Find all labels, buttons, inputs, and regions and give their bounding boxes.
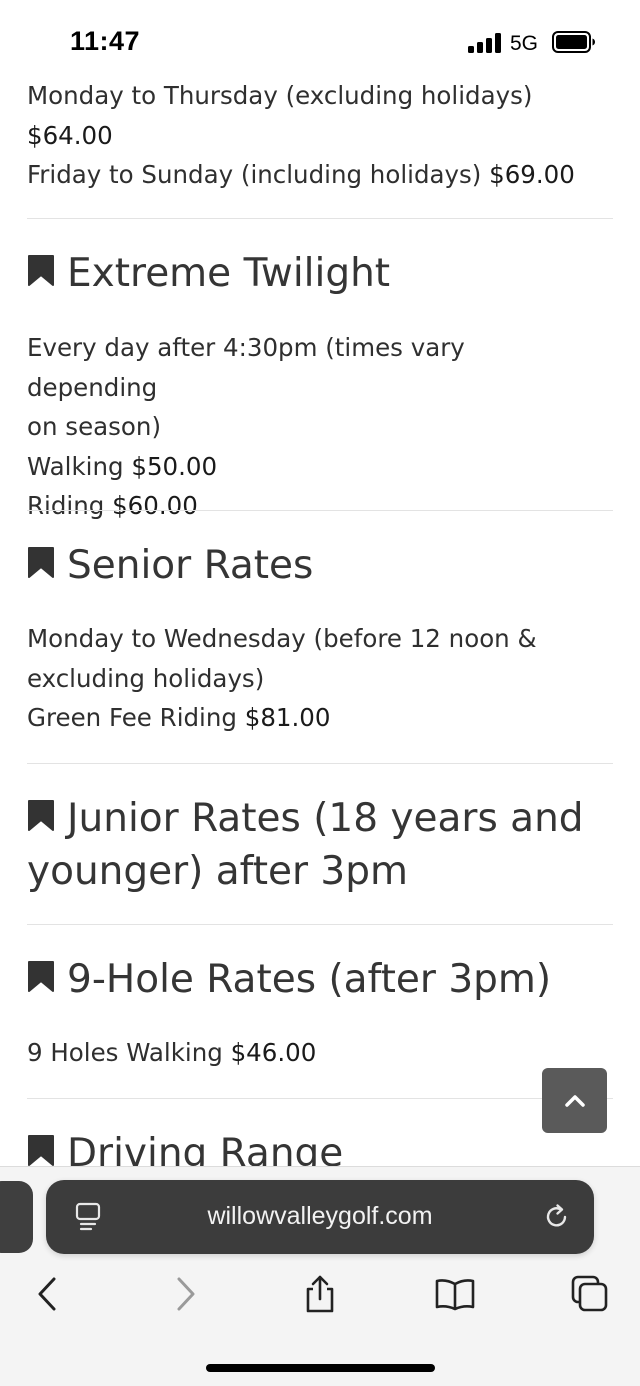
rate-line: Riding $60.00 — [27, 491, 198, 520]
network-label: 5G — [510, 32, 539, 55]
rate-price: $46.00 — [230, 1038, 317, 1067]
bookmark-icon — [28, 1135, 54, 1166]
divider — [27, 510, 613, 511]
section-desc: Every day after 4:30pm (times vary depen… — [27, 333, 465, 402]
section-title-9-hole-rates: 9-Hole Rates (after 3pm) — [27, 953, 617, 1006]
section-desc: Monday to Wednesday (before 12 noon & — [27, 624, 537, 653]
rate-price: $69.00 — [489, 160, 575, 189]
reload-icon[interactable] — [543, 1203, 571, 1231]
back-button[interactable] — [22, 1271, 72, 1317]
divider — [27, 1098, 613, 1099]
bookmark-icon — [28, 800, 54, 831]
url-text[interactable]: willowvalleygolf.com — [46, 1202, 594, 1231]
chevron-up-icon — [564, 1094, 585, 1107]
rate-block-weekday: Monday to Thursday (excluding holidays) … — [27, 76, 602, 195]
rate-price: $64.00 — [27, 120, 113, 150]
browser-toolbar: willowvalleygolf.com — [0, 1166, 640, 1386]
home-indicator — [206, 1364, 435, 1372]
rate-price: $60.00 — [112, 491, 198, 520]
bookmark-icon — [28, 961, 54, 992]
bookmark-icon — [28, 255, 54, 286]
share-button[interactable] — [295, 1271, 345, 1317]
rate-price: $81.00 — [244, 703, 331, 732]
divider — [27, 924, 613, 925]
status-bar: 11:47 5G — [0, 0, 640, 80]
section-desc: on season) — [27, 412, 161, 441]
section-desc: excluding holidays) — [27, 663, 265, 693]
section-title-extreme-twilight: Extreme Twilight — [27, 247, 617, 300]
status-time: 11:47 — [70, 26, 141, 56]
rate-line: Monday to Thursday (excluding holidays) — [27, 81, 533, 110]
back-to-top-button[interactable] — [542, 1068, 607, 1133]
rate-line: Friday to Sunday (including holidays) $6… — [27, 160, 575, 189]
rate-line: Walking $50.00 — [27, 451, 218, 481]
section-title-senior-rates: Senior Rates — [27, 539, 617, 592]
rate-line: 9 Holes Walking $46.00 — [27, 1038, 317, 1067]
rate-line: Green Fee Riding $81.00 — [27, 703, 331, 732]
address-bar[interactable]: willowvalleygolf.com — [46, 1180, 594, 1254]
section-title-junior-rates: Junior Rates (18 years and younger) afte… — [27, 792, 617, 898]
signal-icon — [468, 33, 502, 53]
bookmarks-button[interactable] — [430, 1271, 480, 1317]
battery-icon — [552, 31, 595, 53]
section-body-extreme-twilight: Every day after 4:30pm (times vary depen… — [27, 328, 602, 526]
chevron-right-icon — [177, 1277, 195, 1311]
bookmark-icon — [28, 547, 54, 578]
divider — [27, 218, 613, 219]
rate-price: $50.00 — [131, 451, 218, 481]
page-content[interactable]: Monday to Thursday (excluding holidays) … — [0, 76, 640, 1166]
section-title-driving-range: Driving Range — [27, 1127, 617, 1166]
chevron-left-icon — [38, 1277, 56, 1311]
previous-tab-preview[interactable] — [0, 1181, 33, 1253]
share-icon — [306, 1275, 334, 1313]
section-title-line: younger) after 3pm — [27, 849, 408, 894]
section-body-senior-rates: Monday to Wednesday (before 12 noon & ex… — [27, 619, 602, 738]
forward-button[interactable] — [161, 1271, 211, 1317]
divider — [27, 763, 613, 764]
tabs-icon — [571, 1275, 608, 1312]
tabs-button[interactable] — [565, 1271, 615, 1317]
section-body-9-hole-rates: 9 Holes Walking $46.00 — [27, 1033, 602, 1073]
book-icon — [435, 1279, 475, 1311]
